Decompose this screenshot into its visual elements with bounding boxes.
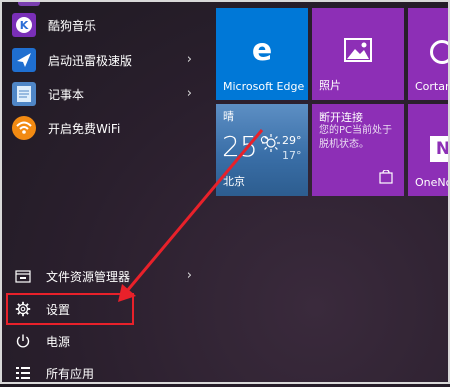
annotation-arrow (118, 129, 264, 302)
